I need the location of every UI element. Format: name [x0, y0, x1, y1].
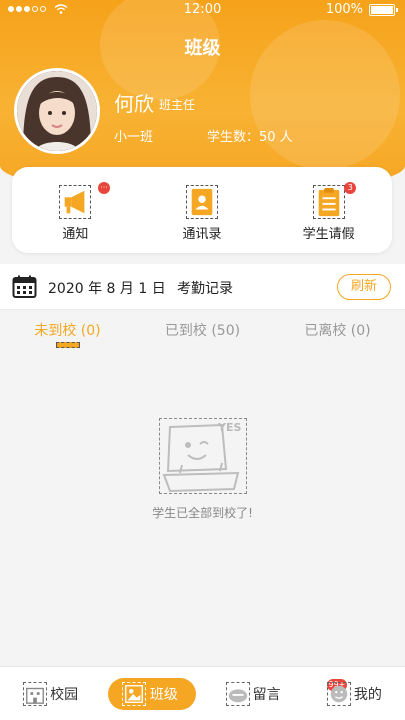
- class-icon: [121, 681, 146, 706]
- refresh-button[interactable]: 刷新: [337, 274, 391, 300]
- status-bar: 12:00 100%: [0, 0, 405, 20]
- tab-left[interactable]: 已离校 (0): [270, 310, 405, 350]
- quick-actions-card: ··· 通知 通讯录 3 学生请假: [12, 167, 392, 253]
- attendance-tabs: 未到校 (0) 已到校 (50) 已离校 (0): [0, 310, 405, 350]
- calendar-icon[interactable]: [12, 275, 37, 299]
- profile-icon: [326, 681, 351, 706]
- nav-profile[interactable]: 我的: [304, 667, 405, 720]
- megaphone-icon: [59, 185, 92, 219]
- attendance-title: 考勤记录: [177, 281, 233, 297]
- yes-stamp: YES: [217, 421, 241, 434]
- clipboard-icon: [312, 185, 345, 219]
- notice-button[interactable]: ··· 通知: [12, 167, 139, 253]
- empty-state-illustration: YES: [159, 418, 247, 494]
- tab-arrived-label: 已到校 (50): [164, 323, 241, 339]
- class-header: 12:00 100% 班级 何欣 班主任 小一班 学生数：50 人: [0, 0, 405, 195]
- happy-face-icon: YES: [162, 421, 241, 493]
- teacher-role: 班主任: [159, 98, 196, 112]
- student-leave-label: 学生请假: [302, 227, 355, 242]
- contacts-label: 通讯录: [182, 227, 222, 242]
- class-name: 小一班: [114, 130, 154, 145]
- teacher-name: 何欣: [114, 92, 154, 116]
- nav-class-label: 班级: [149, 686, 178, 703]
- notice-label: 通知: [62, 227, 89, 242]
- nav-message[interactable]: 99+ 留言: [203, 667, 348, 720]
- tab-not-arrived[interactable]: 未到校 (0): [0, 310, 135, 350]
- battery-percent: 100%: [325, 2, 363, 17]
- nav-campus[interactable]: 校园: [0, 667, 101, 720]
- tab-arrived[interactable]: 已到校 (50): [135, 310, 270, 350]
- nav-campus-label: 校园: [50, 686, 79, 703]
- message-icon: [225, 681, 250, 706]
- empty-state-message: 学生已全部到校了!: [152, 506, 253, 520]
- nav-message-label: 留言: [252, 686, 281, 703]
- active-tab-indicator: [55, 342, 80, 348]
- student-count: 学生数：50 人: [207, 130, 293, 145]
- campus-icon: [23, 681, 48, 706]
- leave-badge: 3: [344, 182, 357, 194]
- attendance-bar: 2020 年 8 月 1 日 考勤记录 刷新: [0, 264, 405, 310]
- attendance-date[interactable]: 2020 年 8 月 1 日: [48, 278, 166, 298]
- battery-icon: [369, 4, 398, 16]
- tab-not-arrived-label: 未到校 (0): [34, 323, 101, 339]
- nav-profile-label: 我的: [353, 686, 382, 703]
- notice-badge: ···: [98, 182, 110, 194]
- bottom-nav: 校园 班级 99+ 留言 我的: [0, 666, 405, 720]
- teacher-avatar[interactable]: [14, 68, 100, 154]
- contacts-icon: [186, 185, 218, 219]
- student-leave-button[interactable]: 3 学生请假: [265, 167, 392, 253]
- nav-class-pill: 班级: [107, 677, 196, 710]
- nav-class[interactable]: 班级: [101, 667, 202, 720]
- tab-left-label: 已离校 (0): [304, 323, 371, 339]
- avatar-portrait: [17, 71, 97, 151]
- contacts-button[interactable]: 通讯录: [139, 167, 266, 253]
- page-title: 班级: [184, 38, 221, 59]
